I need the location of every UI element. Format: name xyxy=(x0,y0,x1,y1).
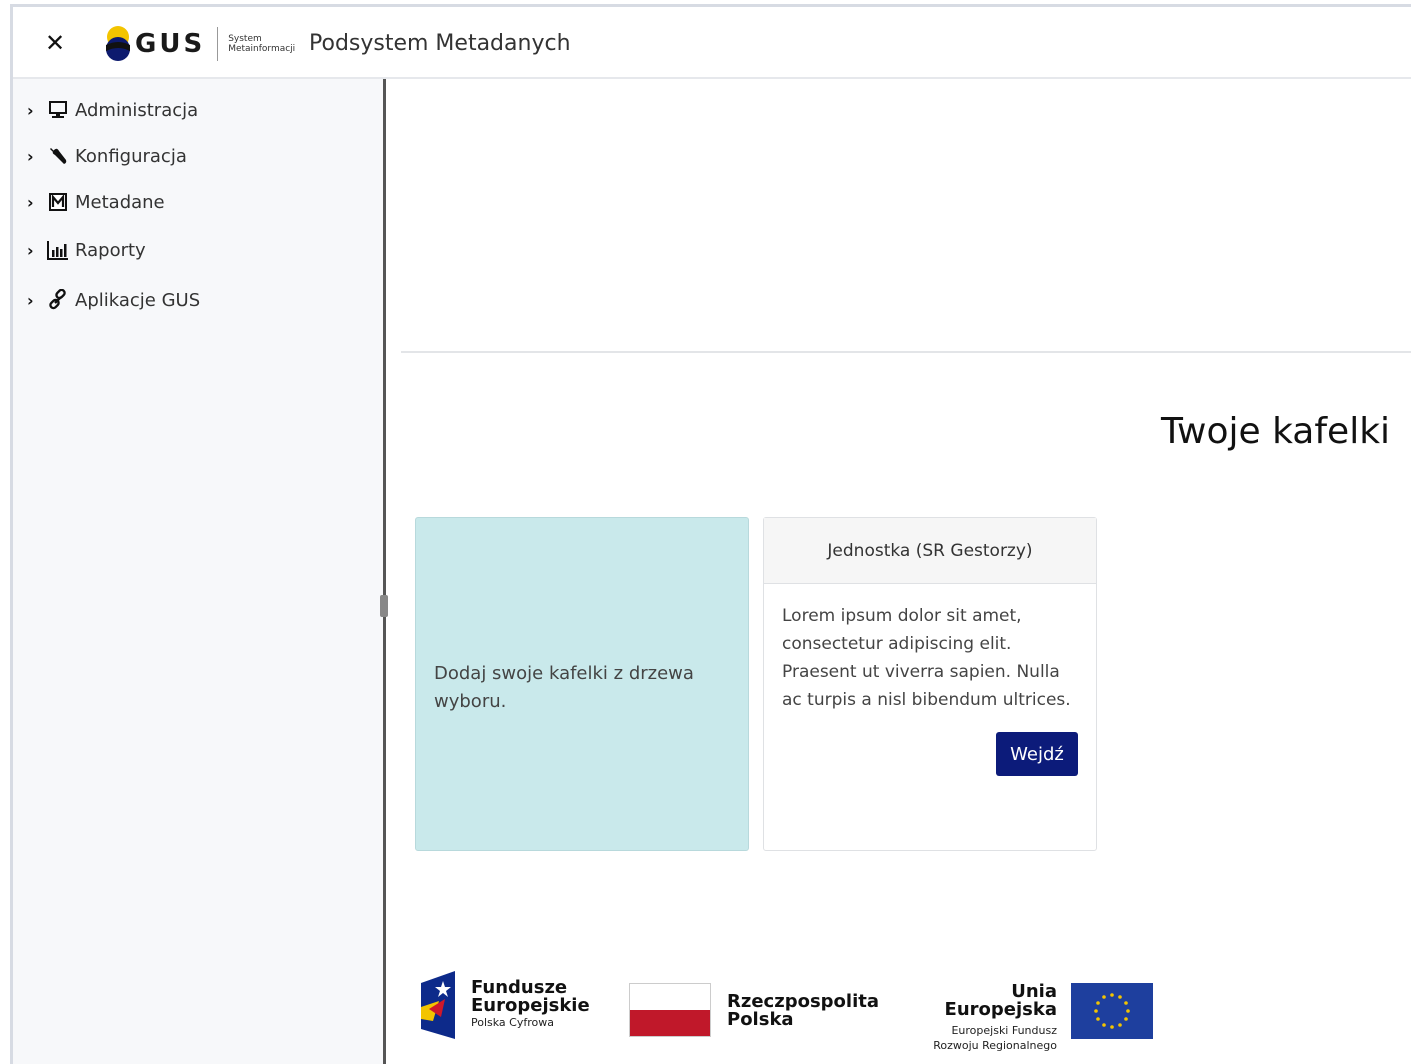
fundusze-europejskie-logo-icon xyxy=(421,971,455,1039)
sidebar-item-label: Aplikacje GUS xyxy=(75,289,201,311)
chevron-right-icon: › xyxy=(27,290,34,310)
sidebar-item-label: Administracja xyxy=(75,99,199,121)
close-icon[interactable]: ✕ xyxy=(45,31,67,55)
chevron-right-icon: › xyxy=(27,100,34,120)
page-title: Twoje kafelki xyxy=(1161,411,1391,452)
sidebar-item-administracja[interactable]: › Administracja xyxy=(27,95,198,125)
tile-card-body: Lorem ipsum dolor sit amet, consectetur … xyxy=(782,606,1071,710)
header: ✕ GUS System Metainformacji Podsystem Me… xyxy=(13,7,1411,79)
monitor-icon xyxy=(47,99,69,121)
link-icon xyxy=(47,289,69,311)
flag-red-band xyxy=(630,1010,710,1036)
logo-separator xyxy=(217,27,219,61)
sidebar-item-aplikacje-gus[interactable]: › Aplikacje GUS xyxy=(27,285,200,315)
wrench-icon xyxy=(47,145,69,167)
logo-text: GUS xyxy=(135,29,206,59)
sidebar-item-raporty[interactable]: › Raporty xyxy=(27,235,146,265)
bar-chart-icon xyxy=(47,239,69,261)
eu-flag-icon xyxy=(1071,983,1153,1039)
sidebar: › Administracja › Konfiguracja › Metadan… xyxy=(13,79,383,1064)
tile-card: Jednostka (SR Gestorzy) Lorem ipsum dolo… xyxy=(763,517,1097,851)
pl-line2: Polska xyxy=(727,1009,794,1030)
m-box-icon xyxy=(47,191,69,213)
polish-flag-icon xyxy=(629,983,711,1037)
fe-line2: Europejskie xyxy=(471,995,590,1016)
rzeczpospolita-polska-text: Rzeczpospolita Polska xyxy=(727,993,879,1029)
footer-logos: Fundusze Europejskie Polska Cyfrowa Rzec… xyxy=(415,963,1175,1052)
app-title: Podsystem Metadanych xyxy=(309,31,571,56)
logo-subtitle: System Metainformacji xyxy=(228,34,296,54)
sidebar-item-label: Konfiguracja xyxy=(75,145,187,167)
sidebar-splitter[interactable] xyxy=(383,79,386,1064)
fe-subtitle: Polska Cyfrowa xyxy=(471,1016,554,1029)
eu-sub-line1: Europejski Fundusz xyxy=(951,1024,1057,1037)
splitter-handle[interactable] xyxy=(380,595,388,617)
unia-europejska-text: Unia Europejska Europejski Fundusz Rozwo… xyxy=(915,983,1057,1053)
eu-title: Unia Europejska xyxy=(944,981,1057,1020)
sidebar-item-label: Metadane xyxy=(75,191,165,213)
enter-button[interactable]: Wejdź xyxy=(996,732,1078,776)
gus-logo: GUS System Metainformacji xyxy=(105,23,306,65)
chevron-right-icon: › xyxy=(27,240,34,260)
eu-sub-line2: Rozwoju Regionalnego xyxy=(933,1039,1057,1052)
sidebar-item-metadane[interactable]: › Metadane xyxy=(27,187,165,217)
sidebar-item-label: Raporty xyxy=(75,239,146,261)
tile-card-title: Jednostka (SR Gestorzy) xyxy=(764,518,1096,584)
fundusze-europejskie-text: Fundusze Europejskie Polska Cyfrowa xyxy=(471,979,590,1031)
flag-white-band xyxy=(630,984,710,1010)
content-divider xyxy=(401,351,1411,353)
gus-logo-mark xyxy=(106,26,130,61)
chevron-right-icon: › xyxy=(27,146,34,166)
app-frame: ✕ GUS System Metainformacji Podsystem Me… xyxy=(10,4,1411,1064)
add-tile-placeholder: Dodaj swoje kafelki z drzewa wyboru. xyxy=(415,517,749,851)
sidebar-item-konfiguracja[interactable]: › Konfiguracja xyxy=(27,141,187,171)
add-tile-text: Dodaj swoje kafelki z drzewa wyboru. xyxy=(434,663,694,712)
chevron-right-icon: › xyxy=(27,192,34,212)
eu-subtitle: Europejski Fundusz Rozwoju Regionalnego xyxy=(915,1023,1057,1053)
